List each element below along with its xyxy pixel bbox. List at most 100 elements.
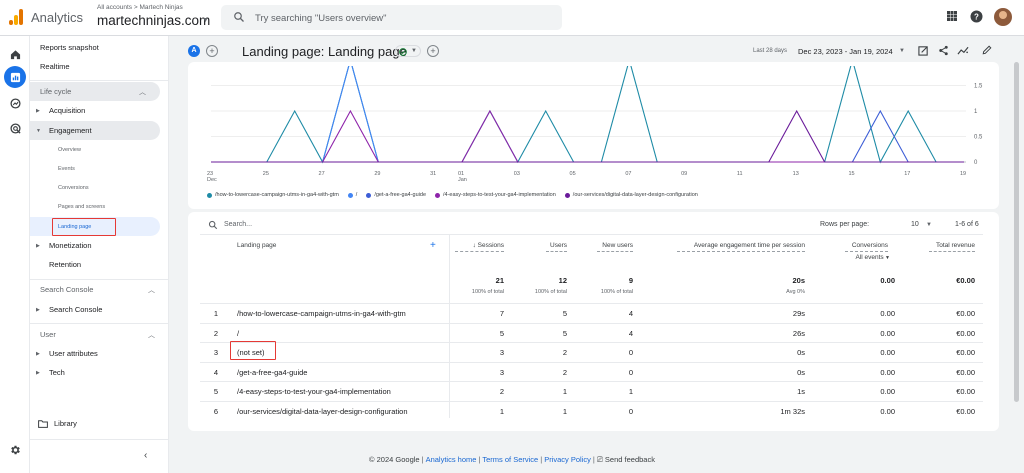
date-range-picker[interactable]: Dec 23, 2023 - Jan 19, 2024 [798,47,893,56]
total-avg-engagement: 20s [792,276,805,285]
cell-page[interactable]: /get-a-free-ga4-guide [237,368,477,377]
cell-users: 2 [562,367,567,377]
home-icon[interactable] [4,43,26,65]
caret-down-icon[interactable]: ▼ [202,17,209,24]
sidebar-item-overview[interactable]: Overview [30,140,169,159]
search-icon [234,12,244,22]
table-row[interactable]: 2 / 5 5 4 26s 0.00 €0.00 [200,322,983,342]
x-tick-label: 17 [904,171,910,177]
legend-item[interactable]: /4-easy-steps-to-test-your-ga4-implement… [435,192,556,198]
segment-badge[interactable]: A [188,45,200,57]
sidebar-item-tech[interactable]: ▶ Tech [30,363,169,382]
sidebar-item-acquisition[interactable]: ▶ Acquisition [30,101,169,120]
sidebar-item-pages-and-screens[interactable]: Pages and screens [30,197,169,216]
table-row[interactable]: 5/4-easy-steps-to-test-your-ga4-implemen… [200,381,983,400]
sidebar-item-engagement[interactable]: ▼ Engagement [30,121,160,140]
sidebar-item-monetization[interactable]: ▶ Monetization [30,236,169,255]
col-header-total-revenue[interactable]: Total revenue [910,242,975,249]
legend-dot [347,192,353,198]
x-tick-label: 13 [793,171,799,177]
cell-page[interactable]: /how-to-lowercase-campaign-utms-in-ga4-w… [237,309,477,318]
x-tick-label: 03 [514,171,520,177]
cell-users: 1 [562,387,567,396]
y-tick-label: 1 [974,109,978,115]
section-life-cycle[interactable]: Life cycle ︿ [30,82,160,101]
customize-report-icon[interactable] [918,45,929,56]
col-header-new-users[interactable]: New users [580,242,633,249]
search-bar[interactable]: Try searching "Users overview" [221,5,562,30]
sidebar-item-realtime[interactable]: Realtime [30,57,169,76]
rows-per-page-select[interactable]: 10 [911,221,919,228]
table-row[interactable]: 1/how-to-lowercase-campaign-utms-in-ga4-… [200,303,983,322]
analytics-home-link[interactable]: Analytics home [426,455,477,464]
sidebar: Reports snapshot Realtime Life cycle ︿ ▶… [30,36,169,473]
sidebar-item-reports-snapshot[interactable]: Reports snapshot [30,38,169,57]
cell-page[interactable]: / [237,329,477,338]
cell-users: 2 [562,348,567,357]
sidebar-item-label: Library [54,419,77,428]
section-search-console[interactable]: Search Console ︿ [30,280,169,299]
x-tick-label: 07 [625,171,631,177]
reports-icon[interactable] [4,66,26,88]
legend-item[interactable]: /our-services/digital-data-layer-design-… [564,192,698,198]
legend-item[interactable]: /how-to-lowercase-campaign-utms-in-ga4-w… [207,192,339,198]
sidebar-item-retention[interactable]: Retention [30,255,169,274]
privacy-link[interactable]: Privacy Policy [544,455,591,464]
analytics-logo[interactable] [9,9,23,25]
table-row[interactable]: 3 (not set) 3 2 0 0s 0.00 €0.00 [200,342,983,361]
cell-rev: €0.00 [956,387,975,396]
table-search-icon [208,220,218,230]
caret-down-icon[interactable]: ▼ [926,222,932,228]
table-row[interactable]: 6/our-services/digital-data-layer-design… [200,400,983,420]
y-tick-label: 1.5 [974,84,983,90]
apps-grid-icon[interactable] [946,10,958,22]
col-header-users[interactable]: Users [520,242,567,249]
legend-item[interactable]: / [347,192,357,198]
col-header-sessions[interactable]: ↓ Sessions [455,242,504,249]
cell-avg: 1m 32s [780,406,805,416]
cell-avg: 29s [792,309,805,318]
help-icon[interactable]: ? [970,10,983,23]
sidebar-item-events[interactable]: Events [30,159,169,178]
add-dimension-plus-icon[interactable]: + [430,240,436,251]
explore-icon[interactable] [4,92,26,114]
sidebar-item-search-console[interactable]: ▶ Search Console [30,300,169,319]
line-chart: 00.511.523Dec25 27 29 31 01Jan03 05 07 09 11 13 15… [207,66,983,183]
total-revenue: €0.00 [956,276,975,285]
sidebar-item-user-attributes[interactable]: ▶ User attributes [30,344,169,363]
property-selector[interactable]: martechninjas.com [97,13,210,28]
divider [30,439,169,440]
share-icon[interactable] [938,45,949,56]
cell-page[interactable]: /4-easy-steps-to-test-your-ga4-implement… [237,387,477,396]
table-search-input[interactable]: Search... [224,221,252,228]
cell-page[interactable]: /our-services/digital-data-layer-design-… [237,407,477,416]
edit-pencil-icon[interactable] [982,45,992,55]
terms-link[interactable]: Terms of Service [482,455,538,464]
col-header-conversions[interactable]: Conversions [820,242,888,249]
insights-icon[interactable] [957,45,969,56]
sidebar-item-library[interactable]: Library [30,414,169,433]
chevron-up-icon: ︿ [148,331,155,339]
sidebar-item-label: Engagement [49,126,92,135]
col-header-avg-engagement[interactable]: Average engagement time per session [650,242,805,249]
cell-new-users: 0 [628,348,633,357]
sidebar-item-conversions[interactable]: Conversions [30,178,169,197]
legend-item[interactable]: /get-a-free-ga4-guide [366,192,426,198]
report-status-chip[interactable]: ▼ [395,45,421,57]
table-row[interactable]: 4/get-a-free-ga4-guide 3 2 0 0s 0.00 €0.00 [200,361,983,381]
advertising-icon[interactable] [4,117,26,139]
total-conversions: 0.00 [880,276,895,285]
col-header-landing-page[interactable]: Landing page [237,242,276,249]
add-comparison-button[interactable]: + [206,45,218,57]
account-breadcrumb[interactable]: All accounts > Martech Ninjas [97,4,183,11]
send-feedback-link[interactable]: Send feedback [605,455,655,464]
conversions-event-filter[interactable]: All events ▼ [820,254,890,261]
app-name: Analytics [31,10,84,25]
section-user[interactable]: User ︿ [30,325,169,344]
avatar[interactable] [994,8,1012,26]
scrollbar[interactable] [1014,62,1019,402]
add-filter-button[interactable]: + [427,45,439,57]
cell-users: 1 [562,406,567,416]
date-caret-down-icon[interactable]: ▼ [899,48,905,54]
underline [929,251,975,252]
